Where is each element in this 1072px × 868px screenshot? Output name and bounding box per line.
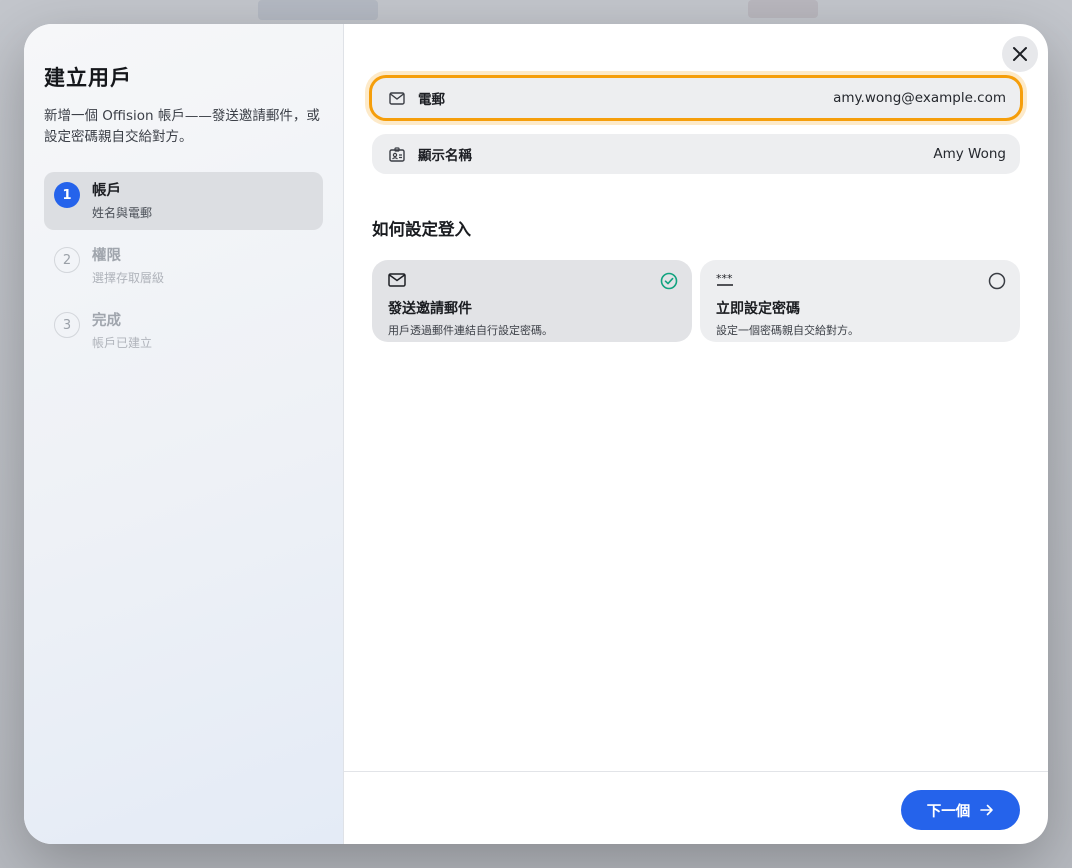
mail-icon bbox=[388, 89, 406, 107]
step-number: 1 bbox=[54, 182, 80, 208]
step-account[interactable]: 1 帳戶 姓名與電郵 bbox=[44, 172, 323, 230]
dialog-footer: 下一個 bbox=[344, 771, 1048, 844]
step-subtitle: 選擇存取層級 bbox=[92, 271, 165, 285]
option-send-invite[interactable]: 發送邀請郵件 用戶透過郵件連結自行設定密碼。 bbox=[372, 260, 692, 342]
wizard-steps: 1 帳戶 姓名與電郵 2 權限 選擇存取層級 3 完成 帳戶已建立 bbox=[44, 172, 323, 360]
step-permissions[interactable]: 2 權限 選擇存取層級 bbox=[44, 237, 323, 295]
wizard-main: 電郵 顯示名稱 如何設定登入 bbox=[344, 24, 1048, 844]
next-button[interactable]: 下一個 bbox=[901, 790, 1020, 830]
next-button-label: 下一個 bbox=[926, 803, 971, 820]
step-title: 權限 bbox=[92, 248, 121, 264]
step-title: 完成 bbox=[92, 313, 121, 329]
option-set-password[interactable]: *** 立即設定密碼 設定一個密碼親自交給對方。 bbox=[700, 260, 1020, 342]
create-user-dialog: 建立用戶 新增一個 Offision 帳戶——發送邀請郵件，或設定密碼親自交給對… bbox=[24, 24, 1048, 844]
option-subtitle: 設定一個密碼親自交給對方。 bbox=[716, 324, 859, 337]
option-subtitle: 用戶透過郵件連結自行設定密碼。 bbox=[388, 324, 553, 337]
radio-empty-icon bbox=[988, 272, 1006, 290]
display-name-input[interactable] bbox=[706, 146, 1006, 162]
step-subtitle: 帳戶已建立 bbox=[92, 336, 153, 350]
step-done[interactable]: 3 完成 帳戶已建立 bbox=[44, 302, 323, 360]
password-icon: *** bbox=[716, 272, 733, 286]
check-circle-icon bbox=[660, 272, 678, 290]
display-name-field[interactable]: 顯示名稱 bbox=[372, 134, 1020, 174]
svg-text:***: *** bbox=[716, 272, 733, 285]
email-field[interactable]: 電郵 bbox=[372, 78, 1020, 118]
dialog-title: 建立用戶 bbox=[44, 66, 132, 90]
arrow-right-icon bbox=[980, 804, 994, 816]
email-input[interactable] bbox=[706, 90, 1006, 106]
backdrop-badge-blur bbox=[748, 0, 818, 18]
email-label: 電郵 bbox=[418, 92, 445, 108]
step-title: 帳戶 bbox=[92, 183, 121, 199]
step-number: 3 bbox=[54, 312, 80, 338]
backdrop-toolbar-blur bbox=[258, 0, 378, 20]
step-subtitle: 姓名與電郵 bbox=[92, 206, 153, 220]
id-card-icon bbox=[388, 145, 406, 163]
signin-method-title: 如何設定登入 bbox=[372, 220, 471, 239]
close-button[interactable] bbox=[1002, 36, 1038, 72]
mail-icon bbox=[388, 273, 406, 287]
option-title: 立即設定密碼 bbox=[716, 301, 800, 317]
close-icon bbox=[1013, 47, 1027, 61]
option-title: 發送邀請郵件 bbox=[388, 301, 472, 317]
step-number: 2 bbox=[54, 247, 80, 273]
wizard-sidebar: 建立用戶 新增一個 Offision 帳戶——發送邀請郵件，或設定密碼親自交給對… bbox=[24, 24, 344, 844]
dialog-description: 新增一個 Offision 帳戶——發送邀請郵件，或設定密碼親自交給對方。 bbox=[44, 108, 320, 145]
display-name-label: 顯示名稱 bbox=[418, 148, 472, 164]
